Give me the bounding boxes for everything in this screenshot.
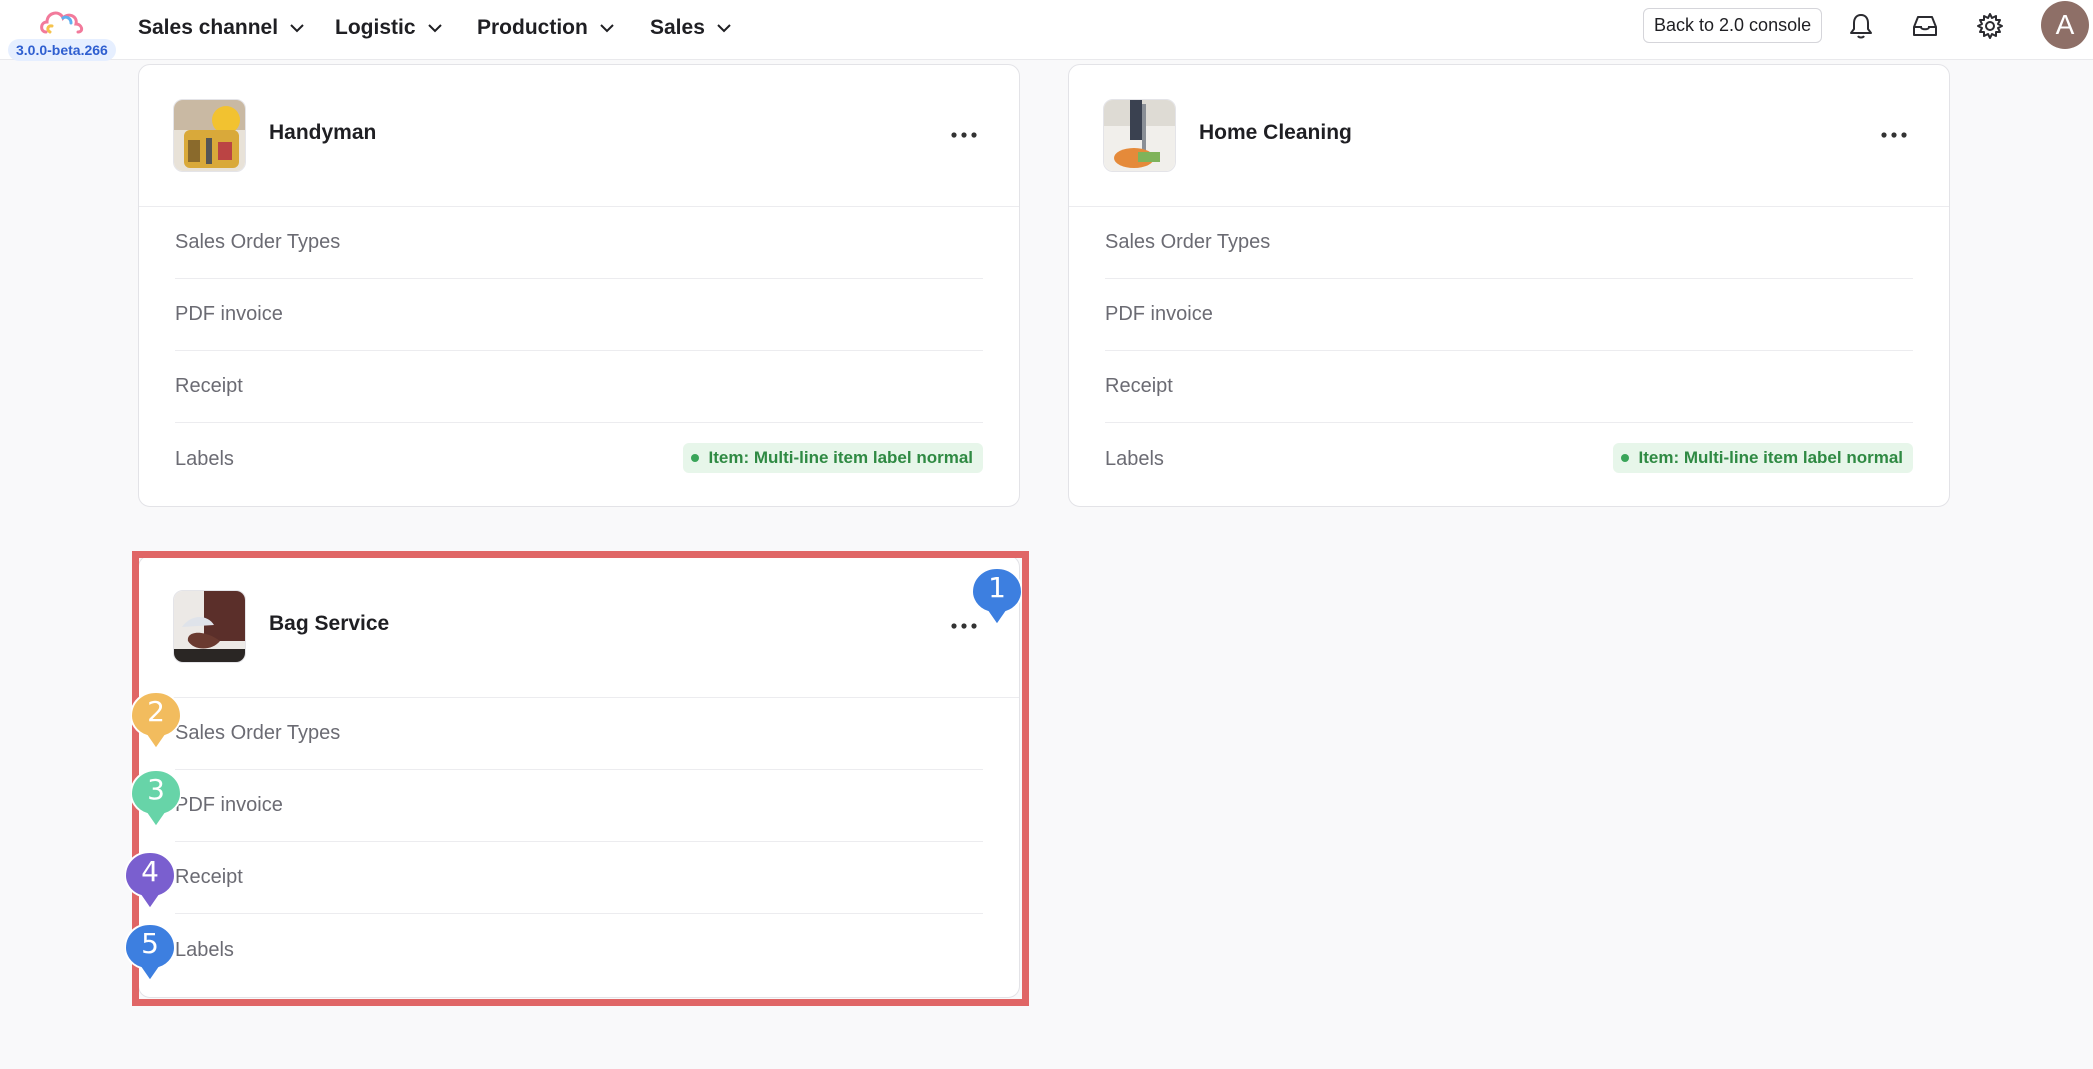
service-card-handyman: Handyman Sales Order Types PDF invoice R…: [138, 64, 1020, 507]
nav-label: Production: [477, 16, 588, 39]
label-tag: Item: Multi-line item label normal: [682, 443, 983, 473]
marker-number: 3: [147, 773, 165, 806]
status-dot: [1620, 454, 1629, 462]
row-label: Receipt: [175, 375, 243, 397]
chevron-down-icon: [427, 24, 442, 33]
row-pdf-invoice[interactable]: PDF invoice: [175, 770, 983, 842]
cloud-logo-icon: [40, 11, 84, 34]
row-label: PDF invoice: [175, 794, 283, 816]
card-title: Handyman: [269, 121, 377, 144]
marker-number: 4: [141, 855, 159, 888]
version-badge: 3.0.0-beta.266: [8, 39, 116, 61]
label-tag: Item: Multi-line item label normal: [1612, 443, 1913, 473]
marker-2: 2: [129, 690, 183, 751]
chevron-down-icon: [717, 24, 731, 33]
card-title: Bag Service: [269, 612, 390, 635]
card-header: Home Cleaning: [1069, 65, 1949, 207]
marker-4: 4: [123, 850, 177, 911]
row-label: Receipt: [175, 866, 243, 888]
inbox-icon[interactable]: [1910, 11, 1940, 41]
tag-text: Item: Multi-line item label normal: [1638, 448, 1903, 467]
row-label: PDF invoice: [1105, 303, 1213, 325]
row-label: Labels: [175, 447, 234, 470]
nav-production[interactable]: Production: [477, 0, 616, 56]
nav-sales[interactable]: Sales: [650, 0, 733, 56]
top-navigation-bar: 3.0.0-beta.266 Sales channel Logistic Pr…: [0, 0, 2093, 61]
marker-3: 3: [129, 768, 183, 829]
app-logo[interactable]: 3.0.0-beta.266: [4, 4, 120, 61]
home-cleaning-thumbnail: [1103, 99, 1176, 172]
nav-label: Sales channel: [138, 16, 279, 39]
handyman-thumbnail: [173, 99, 246, 172]
row-labels[interactable]: Labels Item: Multi-line item label norma…: [175, 423, 983, 495]
nav-label: Sales: [650, 16, 705, 39]
card-header: Bag Service: [139, 556, 1019, 698]
row-label: Labels: [1105, 447, 1164, 470]
chevron-down-icon: [290, 24, 304, 33]
row-pdf-invoice[interactable]: PDF invoice: [175, 279, 983, 351]
user-avatar[interactable]: A: [2041, 1, 2089, 49]
row-label: Receipt: [1105, 375, 1173, 397]
row-label: Sales Order Types: [175, 231, 341, 253]
back-to-console-button[interactable]: Back to 2.0 console: [1643, 8, 1823, 43]
card-title: Home Cleaning: [1199, 121, 1352, 144]
row-receipt[interactable]: Receipt: [175, 842, 983, 914]
chevron-down-icon: [600, 24, 614, 33]
service-card-bag-service: Bag Service Sales Order Types PDF invoic…: [138, 555, 1020, 998]
marker-1: 1: [970, 566, 1024, 627]
row-label: PDF invoice: [175, 303, 283, 325]
tag-text: Item: Multi-line item label normal: [708, 448, 973, 467]
row-sales-order-types[interactable]: Sales Order Types: [1105, 207, 1913, 279]
nav-label: Logistic: [335, 16, 416, 39]
nav-logistic[interactable]: Logistic: [335, 0, 444, 56]
more-options-icon[interactable]: [1879, 125, 1909, 145]
row-labels[interactable]: Labels Item: Multi-line item label norma…: [1105, 423, 1913, 495]
marker-number: 1: [988, 571, 1006, 604]
bag-service-thumbnail: [173, 590, 246, 663]
row-sales-order-types[interactable]: Sales Order Types: [175, 698, 983, 770]
marker-number: 5: [141, 927, 159, 960]
nav-sales-channel[interactable]: Sales channel: [138, 0, 306, 56]
bell-icon[interactable]: [1846, 11, 1876, 41]
row-pdf-invoice[interactable]: PDF invoice: [1105, 279, 1913, 351]
more-options-icon[interactable]: [949, 125, 979, 145]
row-label: Sales Order Types: [175, 722, 341, 744]
row-label: Labels: [175, 938, 234, 961]
service-card-home-cleaning: Home Cleaning Sales Order Types PDF invo…: [1068, 64, 1950, 507]
card-header: Handyman: [139, 65, 1019, 207]
gear-icon[interactable]: [1975, 11, 2005, 41]
status-dot: [690, 454, 699, 462]
row-sales-order-types[interactable]: Sales Order Types: [175, 207, 983, 279]
row-receipt[interactable]: Receipt: [1105, 351, 1913, 423]
row-labels[interactable]: Labels: [175, 914, 983, 986]
row-receipt[interactable]: Receipt: [175, 351, 983, 423]
marker-5: 5: [123, 922, 177, 983]
marker-number: 2: [147, 695, 165, 728]
row-label: Sales Order Types: [1105, 231, 1271, 253]
